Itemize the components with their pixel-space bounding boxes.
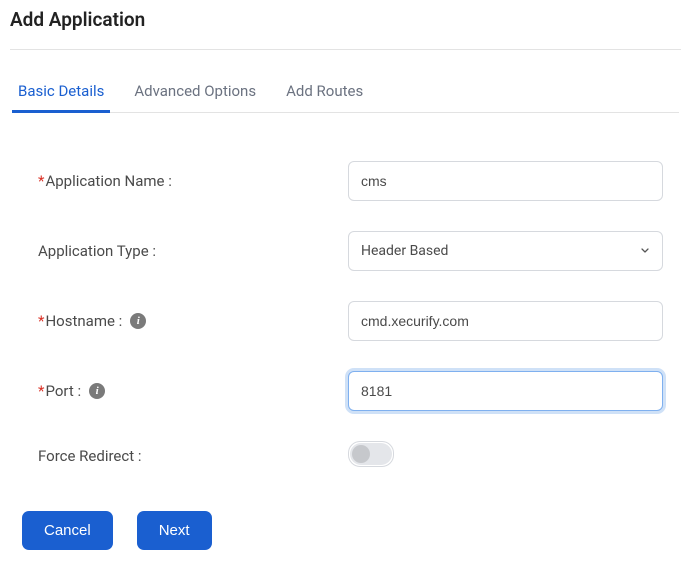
label-port: *Port : i: [38, 382, 348, 400]
toggle-knob: [352, 445, 370, 463]
label-force-redirect: Force Redirect :: [38, 447, 348, 465]
action-buttons: Cancel Next: [22, 511, 681, 550]
application-type-select[interactable]: Header Based: [348, 231, 663, 271]
tab-advanced-options[interactable]: Advanced Options: [134, 74, 256, 112]
application-name-input[interactable]: [348, 161, 663, 201]
page-title: Add Application: [10, 8, 681, 31]
label-text-hostname: Hostname :: [45, 312, 122, 330]
label-text-port: Port :: [45, 382, 81, 400]
label-text-application-name: Application Name :: [45, 172, 171, 190]
label-text-application-type: Application Type :: [38, 242, 156, 260]
divider: [10, 49, 681, 50]
next-button[interactable]: Next: [137, 511, 212, 550]
tab-basic-details[interactable]: Basic Details: [18, 74, 104, 112]
label-application-name: *Application Name :: [38, 172, 348, 190]
label-text-force-redirect: Force Redirect :: [38, 447, 141, 465]
force-redirect-toggle[interactable]: [350, 443, 392, 465]
cancel-button[interactable]: Cancel: [22, 511, 113, 550]
label-application-type: Application Type :: [38, 242, 348, 260]
hostname-input[interactable]: [348, 301, 663, 341]
info-icon[interactable]: i: [89, 383, 105, 399]
info-icon[interactable]: i: [130, 313, 146, 329]
port-input[interactable]: [348, 371, 663, 411]
form-basic-details: *Application Name : Application Type : H…: [10, 113, 681, 471]
label-hostname: *Hostname : i: [38, 312, 348, 330]
tab-bar: Basic Details Advanced Options Add Route…: [18, 74, 679, 113]
tab-add-routes[interactable]: Add Routes: [286, 74, 363, 112]
